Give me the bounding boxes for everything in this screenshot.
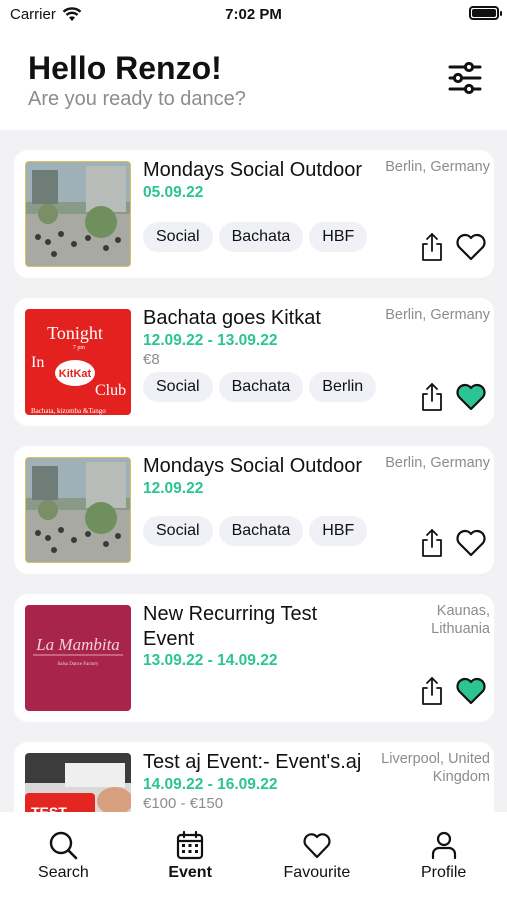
tag-chip[interactable]: Social <box>143 372 213 402</box>
nav-label: Favourite <box>283 864 351 881</box>
tag-chip[interactable]: Bachata <box>218 372 304 402</box>
event-title: New Recurring Test Event <box>143 603 318 650</box>
thumb-text: Club <box>95 382 126 399</box>
event-title: Test aj Event:- Event's.aj <box>143 751 362 773</box>
tag-list: Social Bachata HBF <box>143 222 376 254</box>
event-date: 12.09.22 <box>143 480 204 497</box>
tag-chip[interactable]: Bachata <box>218 516 304 546</box>
event-title: Bachata goes Kitkat <box>143 307 321 329</box>
tag-chip[interactable]: HBF <box>309 516 368 546</box>
search-icon <box>50 831 78 860</box>
event-location: Berlin, Germany <box>385 159 490 175</box>
tag-chip[interactable]: Berlin <box>309 372 376 402</box>
event-card[interactable]: TEST Test aj Event:- Event's.aj 14.09.22… <box>14 742 494 812</box>
thumb-text: Tonight <box>47 323 103 343</box>
thumb-text: La Mambita <box>35 635 120 654</box>
share-icon[interactable] <box>419 232 445 262</box>
event-card[interactable]: La Mambita Salsa Dance Factory New Recur… <box>14 594 494 722</box>
heart-outline-icon[interactable] <box>455 528 487 558</box>
bottom-nav: Search Event Favourite Profile <box>0 812 507 900</box>
battery-icon <box>469 6 502 20</box>
event-thumbnail <box>25 161 131 267</box>
status-bar: Carrier 7:02 PM <box>0 0 507 30</box>
heart-outline-icon[interactable] <box>455 232 487 262</box>
event-price: €8 <box>143 351 160 368</box>
status-time: 7:02 PM <box>225 6 282 23</box>
heart-filled-icon[interactable] <box>455 382 487 412</box>
tag-list: Social Bachata HBF <box>143 516 376 548</box>
event-title: Mondays Social Outdoor <box>143 455 363 477</box>
event-location: Liverpool, United Kingdom <box>381 751 490 785</box>
thumb-text: 7 pm <box>73 345 86 351</box>
event-title: Mondays Social Outdoor <box>143 159 363 181</box>
event-list[interactable]: Mondays Social Outdoor 05.09.22 Berlin, … <box>0 130 507 812</box>
event-thumbnail: Tonight 7 pm In KitKat Club Bachata, kiz… <box>25 309 131 415</box>
event-date: 14.09.22 - 16.09.22 <box>143 776 278 793</box>
heart-icon <box>303 833 331 859</box>
tag-chip[interactable]: HBF <box>309 222 368 252</box>
event-location: Berlin, Germany <box>385 307 490 323</box>
nav-label: Event <box>168 864 212 881</box>
event-date: 12.09.22 - 13.09.22 <box>143 332 278 349</box>
tag-list: Social Bachata Berlin <box>143 372 376 404</box>
share-icon[interactable] <box>419 676 445 706</box>
tag-chip[interactable]: Bachata <box>218 222 304 252</box>
thumb-text: TEST <box>31 804 67 812</box>
thumb-text: Salsa Dance Factory <box>57 662 99 667</box>
event-date: 05.09.22 <box>143 184 204 201</box>
event-date: 13.09.22 - 14.09.22 <box>143 652 278 669</box>
thumb-text: Bachata, kizomba &Tango <box>31 407 106 415</box>
greeting-title: Hello Renzo! <box>28 50 222 86</box>
event-card[interactable]: Mondays Social Outdoor 05.09.22 Berlin, … <box>14 150 494 278</box>
filter-sliders-icon[interactable] <box>447 60 483 96</box>
calendar-icon <box>177 830 204 860</box>
nav-search[interactable]: Search <box>3 812 123 888</box>
tag-chip[interactable]: Social <box>143 516 213 546</box>
nav-label: Search <box>38 864 89 881</box>
event-card[interactable]: Tonight 7 pm In KitKat Club Bachata, kiz… <box>14 298 494 426</box>
event-location: Kaunas, Lithuania <box>431 603 490 637</box>
header: Hello Renzo! Are you ready to dance? <box>0 30 507 130</box>
share-icon[interactable] <box>419 382 445 412</box>
heart-filled-icon[interactable] <box>455 676 487 706</box>
thumb-text: KitKat <box>59 368 92 380</box>
nav-event[interactable]: Event <box>130 812 250 888</box>
person-icon <box>431 831 456 860</box>
thumb-text: In <box>31 354 44 371</box>
tag-chip[interactable]: Social <box>143 222 213 252</box>
event-thumbnail: TEST <box>25 753 131 812</box>
event-price: €100 - €150 <box>143 795 224 812</box>
nav-favourite[interactable]: Favourite <box>257 812 377 888</box>
greeting-subtitle: Are you ready to dance? <box>28 88 246 110</box>
nav-label: Profile <box>420 864 467 881</box>
share-icon[interactable] <box>419 528 445 558</box>
event-thumbnail <box>25 457 131 563</box>
nav-profile[interactable]: Profile <box>384 812 504 888</box>
event-location: Berlin, Germany <box>385 455 490 471</box>
event-card[interactable]: Mondays Social Outdoor 12.09.22 Berlin, … <box>14 446 494 574</box>
event-thumbnail: La Mambita Salsa Dance Factory <box>25 605 131 711</box>
